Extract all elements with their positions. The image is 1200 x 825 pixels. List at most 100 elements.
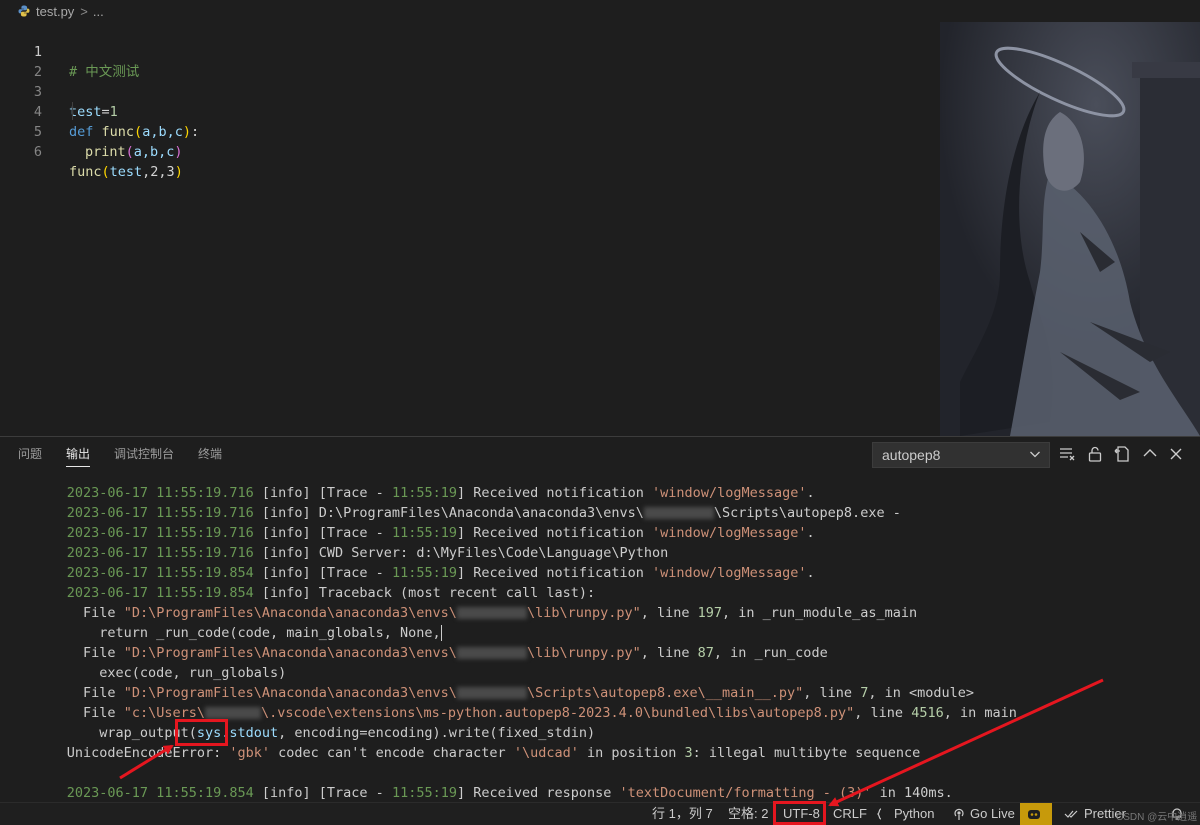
status-bar: 行 1，列 7 空格: 2 UTF-8 CRLF Python Go Live … xyxy=(0,802,1200,825)
code-token: ( xyxy=(101,164,110,180)
log-line: UnicodeEncodeError: 'gbk' codec can't en… xyxy=(18,723,920,761)
maximize-panel-icon[interactable] xyxy=(1141,445,1159,463)
log-string: 'window/logMessage' xyxy=(652,525,807,541)
breadcrumb-separator: > xyxy=(80,3,88,19)
panel-tabs: 问题 输出 调试控制台 终端 xyxy=(0,437,228,471)
code-token: ( xyxy=(125,144,134,160)
log-text: [Trace - xyxy=(318,785,392,801)
clear-output-icon[interactable] xyxy=(1058,445,1076,463)
code-line-2: 2 xyxy=(0,42,940,80)
braces-icon xyxy=(876,808,882,820)
log-line: 2023-06-17 11:55:19.854 [info] Traceback… xyxy=(18,563,595,601)
tab-terminal[interactable]: 终端 xyxy=(198,437,222,471)
log-line: exec(code, run_globals) xyxy=(18,643,286,681)
line-number: 6 xyxy=(33,144,42,160)
code-token: a,b,c xyxy=(133,144,175,160)
log-text: , in _run_code xyxy=(713,645,828,661)
code-token: ) xyxy=(174,164,183,180)
log-time: 11:55:19 xyxy=(391,785,457,801)
log-text: codec can't encode character xyxy=(269,745,514,761)
log-text: . xyxy=(806,565,815,581)
background-artwork xyxy=(940,22,1200,436)
copilot-button[interactable] xyxy=(1020,803,1052,825)
tab-output[interactable]: 输出 xyxy=(66,437,91,471)
chevron-down-icon xyxy=(1030,451,1040,458)
log-text: : illegal multibyte sequence xyxy=(692,745,921,761)
log-line: 2023-06-17 11:55:19.716 [info] [Trace - … xyxy=(18,471,815,501)
log-text: UnicodeEncodeError: xyxy=(66,745,230,761)
log-text: , in _run_module_as_main xyxy=(722,605,918,621)
bottom-panel: 问题 输出 调试控制台 终端 autopep8 2023-06-17 11:55… xyxy=(0,436,1200,802)
go-live-button[interactable]: Go Live xyxy=(952,803,1015,825)
watermark: CSDN @云中逍遥 xyxy=(1116,812,1198,823)
open-in-editor-icon[interactable] xyxy=(1114,445,1132,463)
close-panel-icon[interactable] xyxy=(1167,445,1185,463)
log-number: 87 xyxy=(697,645,714,661)
double-check-icon xyxy=(1064,810,1078,818)
cursor-position[interactable]: 行 1，列 7 xyxy=(652,803,713,825)
code-line-5: 5 print(a,b,c) xyxy=(0,102,940,160)
log-text: , line xyxy=(640,605,698,621)
log-line: 2023-06-17 11:55:19.716 [info] CWD Serve… xyxy=(18,523,669,561)
log-line: return _run_code(code, main_globals, Non… xyxy=(18,603,442,641)
log-line: 2023-06-17 11:55:19.716 [info] [Trace - … xyxy=(18,503,815,541)
tab-problems[interactable]: 问题 xyxy=(18,437,42,471)
log-number: 3 xyxy=(684,745,693,761)
redacted-text xyxy=(456,647,527,659)
copilot-icon xyxy=(1028,810,1040,819)
breadcrumb: test.py > ... xyxy=(0,0,1200,22)
log-line: 2023-06-17 11:55:19.854 [info] [Trace - … xyxy=(18,543,815,581)
highlight-box-gbk xyxy=(175,719,228,746)
log-line: File "D:\ProgramFiles\Anaconda\anaconda3… xyxy=(18,583,917,621)
log-text: ] Received response xyxy=(456,785,620,801)
python-file-icon xyxy=(18,5,30,17)
illustration-figure xyxy=(940,22,1200,436)
lock-icon[interactable] xyxy=(1086,445,1104,463)
output-channel-value: autopep8 xyxy=(882,447,941,463)
output-channel-select[interactable]: autopep8 xyxy=(872,442,1050,468)
language-mode[interactable]: Python xyxy=(876,803,934,825)
log-line: File "D:\ProgramFiles\Anaconda\anaconda3… xyxy=(18,623,828,661)
broadcast-icon xyxy=(954,808,964,820)
log-string: 'window/logMessage' xyxy=(652,565,807,581)
code-token: ,2,3 xyxy=(142,164,175,180)
code-line-1: 1 # 中文测试 xyxy=(0,22,940,80)
log-line: File "c:\Users\ \.vscode\extensions\ms-py… xyxy=(18,683,1017,721)
log-number: 197 xyxy=(697,605,723,621)
line-ending[interactable]: CRLF xyxy=(833,803,867,825)
code-line-6: 6 func(test,2,3) xyxy=(0,122,940,180)
log-number: 4516 xyxy=(911,705,944,721)
log-timestamp: 2023-06-17 11:55:19.854 xyxy=(66,785,254,801)
log-text: , line xyxy=(854,705,912,721)
log-line: wrap_output(sys.stdout, encoding=encodin… xyxy=(18,703,595,741)
output-log[interactable]: 2023-06-17 11:55:19.716 [info] [Trace - … xyxy=(0,471,1200,803)
log-string: 'textDocument/formatting - (3)' xyxy=(619,785,872,801)
log-string: \lib\runpy.py" xyxy=(526,645,641,661)
log-text: in 140ms. xyxy=(871,785,953,801)
code-token: ) xyxy=(174,144,183,160)
breadcrumb-file[interactable]: test.py xyxy=(36,4,74,19)
log-line: File "D:\ProgramFiles\Anaconda\anaconda3… xyxy=(18,663,974,701)
log-text: , line xyxy=(640,645,698,661)
code-token: func xyxy=(69,164,102,180)
language-label: Python xyxy=(894,806,935,821)
log-text: in position xyxy=(578,745,685,761)
log-string: \lib\runpy.py" xyxy=(526,605,641,621)
code-token: print xyxy=(85,144,126,160)
log-text: , in main xyxy=(943,705,1017,721)
go-live-label: Go Live xyxy=(970,806,1015,821)
log-line: 2023-06-17 11:55:19.854 [info] [Trace - … xyxy=(18,763,953,801)
log-line: 2023-06-17 11:55:19.716 [info] D:\Progra… xyxy=(18,483,901,521)
indentation-spaces[interactable]: 空格: 2 xyxy=(728,803,768,825)
log-text: . xyxy=(806,525,815,541)
log-string: '\udcad' xyxy=(513,745,579,761)
code-line-3: 3 test=1 xyxy=(0,62,940,120)
breadcrumb-more[interactable]: ... xyxy=(93,4,104,19)
redacted-text xyxy=(456,607,527,619)
log-string: 'gbk' xyxy=(229,745,270,761)
tab-debug-console[interactable]: 调试控制台 xyxy=(114,437,174,471)
code-token: test xyxy=(109,164,143,180)
indent-guide xyxy=(72,102,73,120)
code-line-4: 4 def func(a,b,c): xyxy=(0,82,940,140)
log-level: [info] xyxy=(261,785,311,801)
